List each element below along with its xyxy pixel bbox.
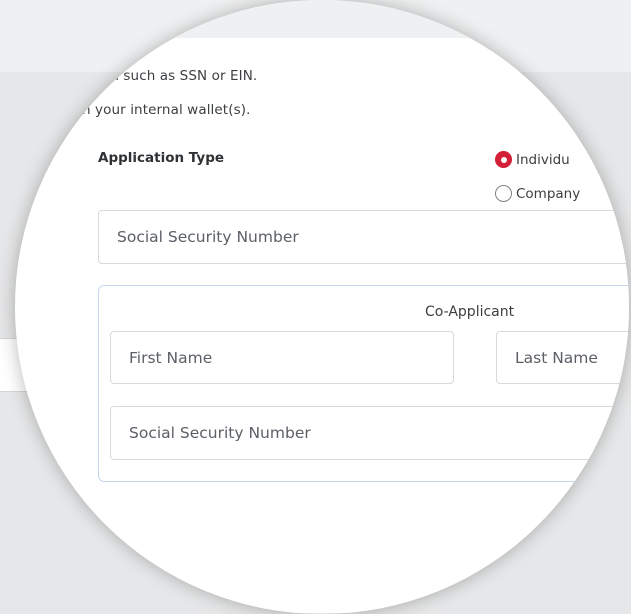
first-name-placeholder: First Name <box>129 348 213 367</box>
co-applicant-ssn-placeholder: Social Security Number <box>129 424 311 442</box>
application-type-label: Application Type <box>98 150 225 166</box>
radio-selected-icon[interactable] <box>495 151 512 168</box>
last-name-input[interactable]: Last Name <box>496 331 629 384</box>
radio-individual[interactable]: Individu <box>495 151 570 168</box>
first-name-input[interactable]: First Name <box>110 331 454 384</box>
co-applicant-title: Co-Applicant <box>425 304 515 320</box>
last-name-placeholder: Last Name <box>515 348 598 367</box>
radio-unselected-icon[interactable] <box>495 185 512 202</box>
radio-company-label: Company <box>516 185 581 202</box>
info-text-wallet: n your internal wallet(s). <box>82 102 251 118</box>
radio-individual-label: Individu <box>516 151 570 168</box>
ssn-placeholder: Social Security Number <box>117 228 299 246</box>
co-applicant-ssn-input[interactable]: Social Security Number <box>110 406 629 460</box>
radio-company[interactable]: Company <box>495 185 580 202</box>
ssn-input[interactable]: Social Security Number <box>98 210 629 264</box>
magnifier-lens: on such as SSN or EIN. n your internal w… <box>15 0 629 613</box>
